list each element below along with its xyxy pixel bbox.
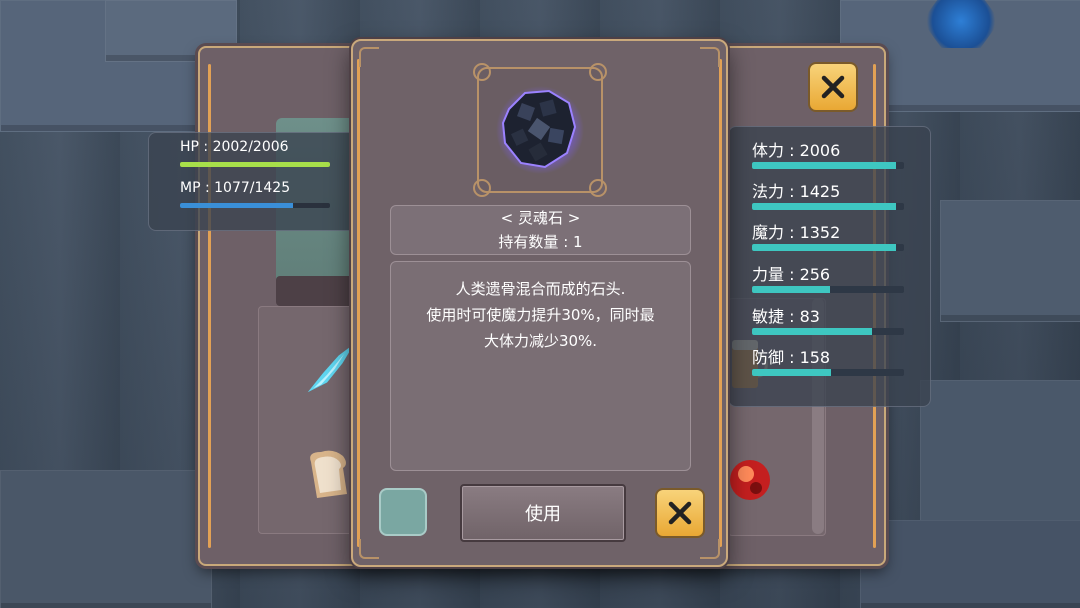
stat-strength: 力量 : 256	[752, 261, 904, 293]
hp-label: HP : 2002/2006	[180, 139, 289, 155]
corner-ornament	[700, 539, 720, 559]
corner-ornament	[700, 47, 720, 67]
stat-bar-fill	[752, 244, 897, 251]
item-name: < 灵魂石 >	[500, 209, 581, 227]
dialog-rail-left	[357, 59, 360, 547]
stat-agility: 敏捷 : 83	[752, 303, 904, 335]
frame-ornament	[589, 63, 607, 81]
description-line: 使用时可使魔力提升30%，同时最	[426, 306, 655, 324]
frame-ornament	[589, 179, 607, 197]
stat-bar	[752, 286, 904, 293]
stat-bar	[752, 162, 904, 169]
close-dialog-button[interactable]	[655, 488, 705, 538]
description-line: 人类遗骨混合而成的石头.	[455, 280, 626, 298]
item-image-frame	[473, 63, 607, 197]
frame-ornament	[473, 63, 491, 81]
stat-bar-fill	[752, 162, 897, 169]
stat-label: 魔力 : 1352	[752, 223, 841, 242]
stat-bar-fill	[752, 328, 873, 335]
hp-bar	[180, 162, 330, 167]
stat-label: 力量 : 256	[752, 265, 831, 284]
fire-gem-item-icon[interactable]	[726, 450, 774, 506]
stat-stamina: 体力 : 2006	[752, 137, 904, 169]
corner-ornament	[359, 47, 379, 67]
ice-crystal-item-icon[interactable]	[300, 340, 358, 398]
stat-defense: 防御 : 158	[752, 344, 904, 376]
stat-label: 体力 : 2006	[752, 141, 841, 160]
hp-bar-fill	[180, 162, 330, 167]
mp-bar	[180, 203, 330, 208]
use-button[interactable]: 使用	[460, 484, 626, 542]
hp-mp-panel: HP : 2002/2006 MP : 1077/1425	[148, 132, 362, 231]
stat-bar	[752, 369, 904, 376]
stat-bar-fill	[752, 203, 897, 210]
stat-magic: 魔力 : 1352	[752, 219, 904, 251]
soul-stone-icon	[496, 86, 584, 174]
corner-ornament	[359, 539, 379, 559]
quick-slot-button[interactable]	[379, 488, 427, 536]
item-quantity: 持有数量 : 1	[498, 233, 583, 251]
stat-bar	[752, 328, 904, 335]
stat-label: 敏捷 : 83	[752, 307, 820, 326]
mp-bar-fill	[180, 203, 294, 208]
dialog-rail-right	[719, 59, 722, 547]
close-inventory-button[interactable]	[808, 62, 858, 112]
bread-item-icon[interactable]	[303, 448, 351, 500]
item-name-box: < 灵魂石 > 持有数量 : 1	[390, 205, 691, 255]
stat-bar	[752, 244, 904, 251]
description-line: 大体力减少30%.	[483, 332, 598, 350]
stat-bar	[752, 203, 904, 210]
stat-bar-fill	[752, 286, 830, 293]
item-description-box: 人类遗骨混合而成的石头. 使用时可使魔力提升30%，同时最 大体力减少30%.	[390, 261, 691, 471]
stat-mana: 法力 : 1425	[752, 178, 904, 210]
stats-panel: 体力 : 2006 法力 : 1425 魔力 : 1352 力量 : 256 敏…	[728, 126, 931, 407]
stat-bar-fill	[752, 369, 832, 376]
stat-label: 法力 : 1425	[752, 182, 841, 201]
mp-label: MP : 1077/1425	[180, 180, 291, 196]
frame-ornament	[473, 179, 491, 197]
item-detail-dialog: < 灵魂石 > 持有数量 : 1 人类遗骨混合而成的石头. 使用时可使魔力提升3…	[351, 39, 728, 567]
stat-label: 防御 : 158	[752, 348, 831, 367]
close-icon	[821, 75, 845, 99]
close-icon	[668, 501, 692, 525]
